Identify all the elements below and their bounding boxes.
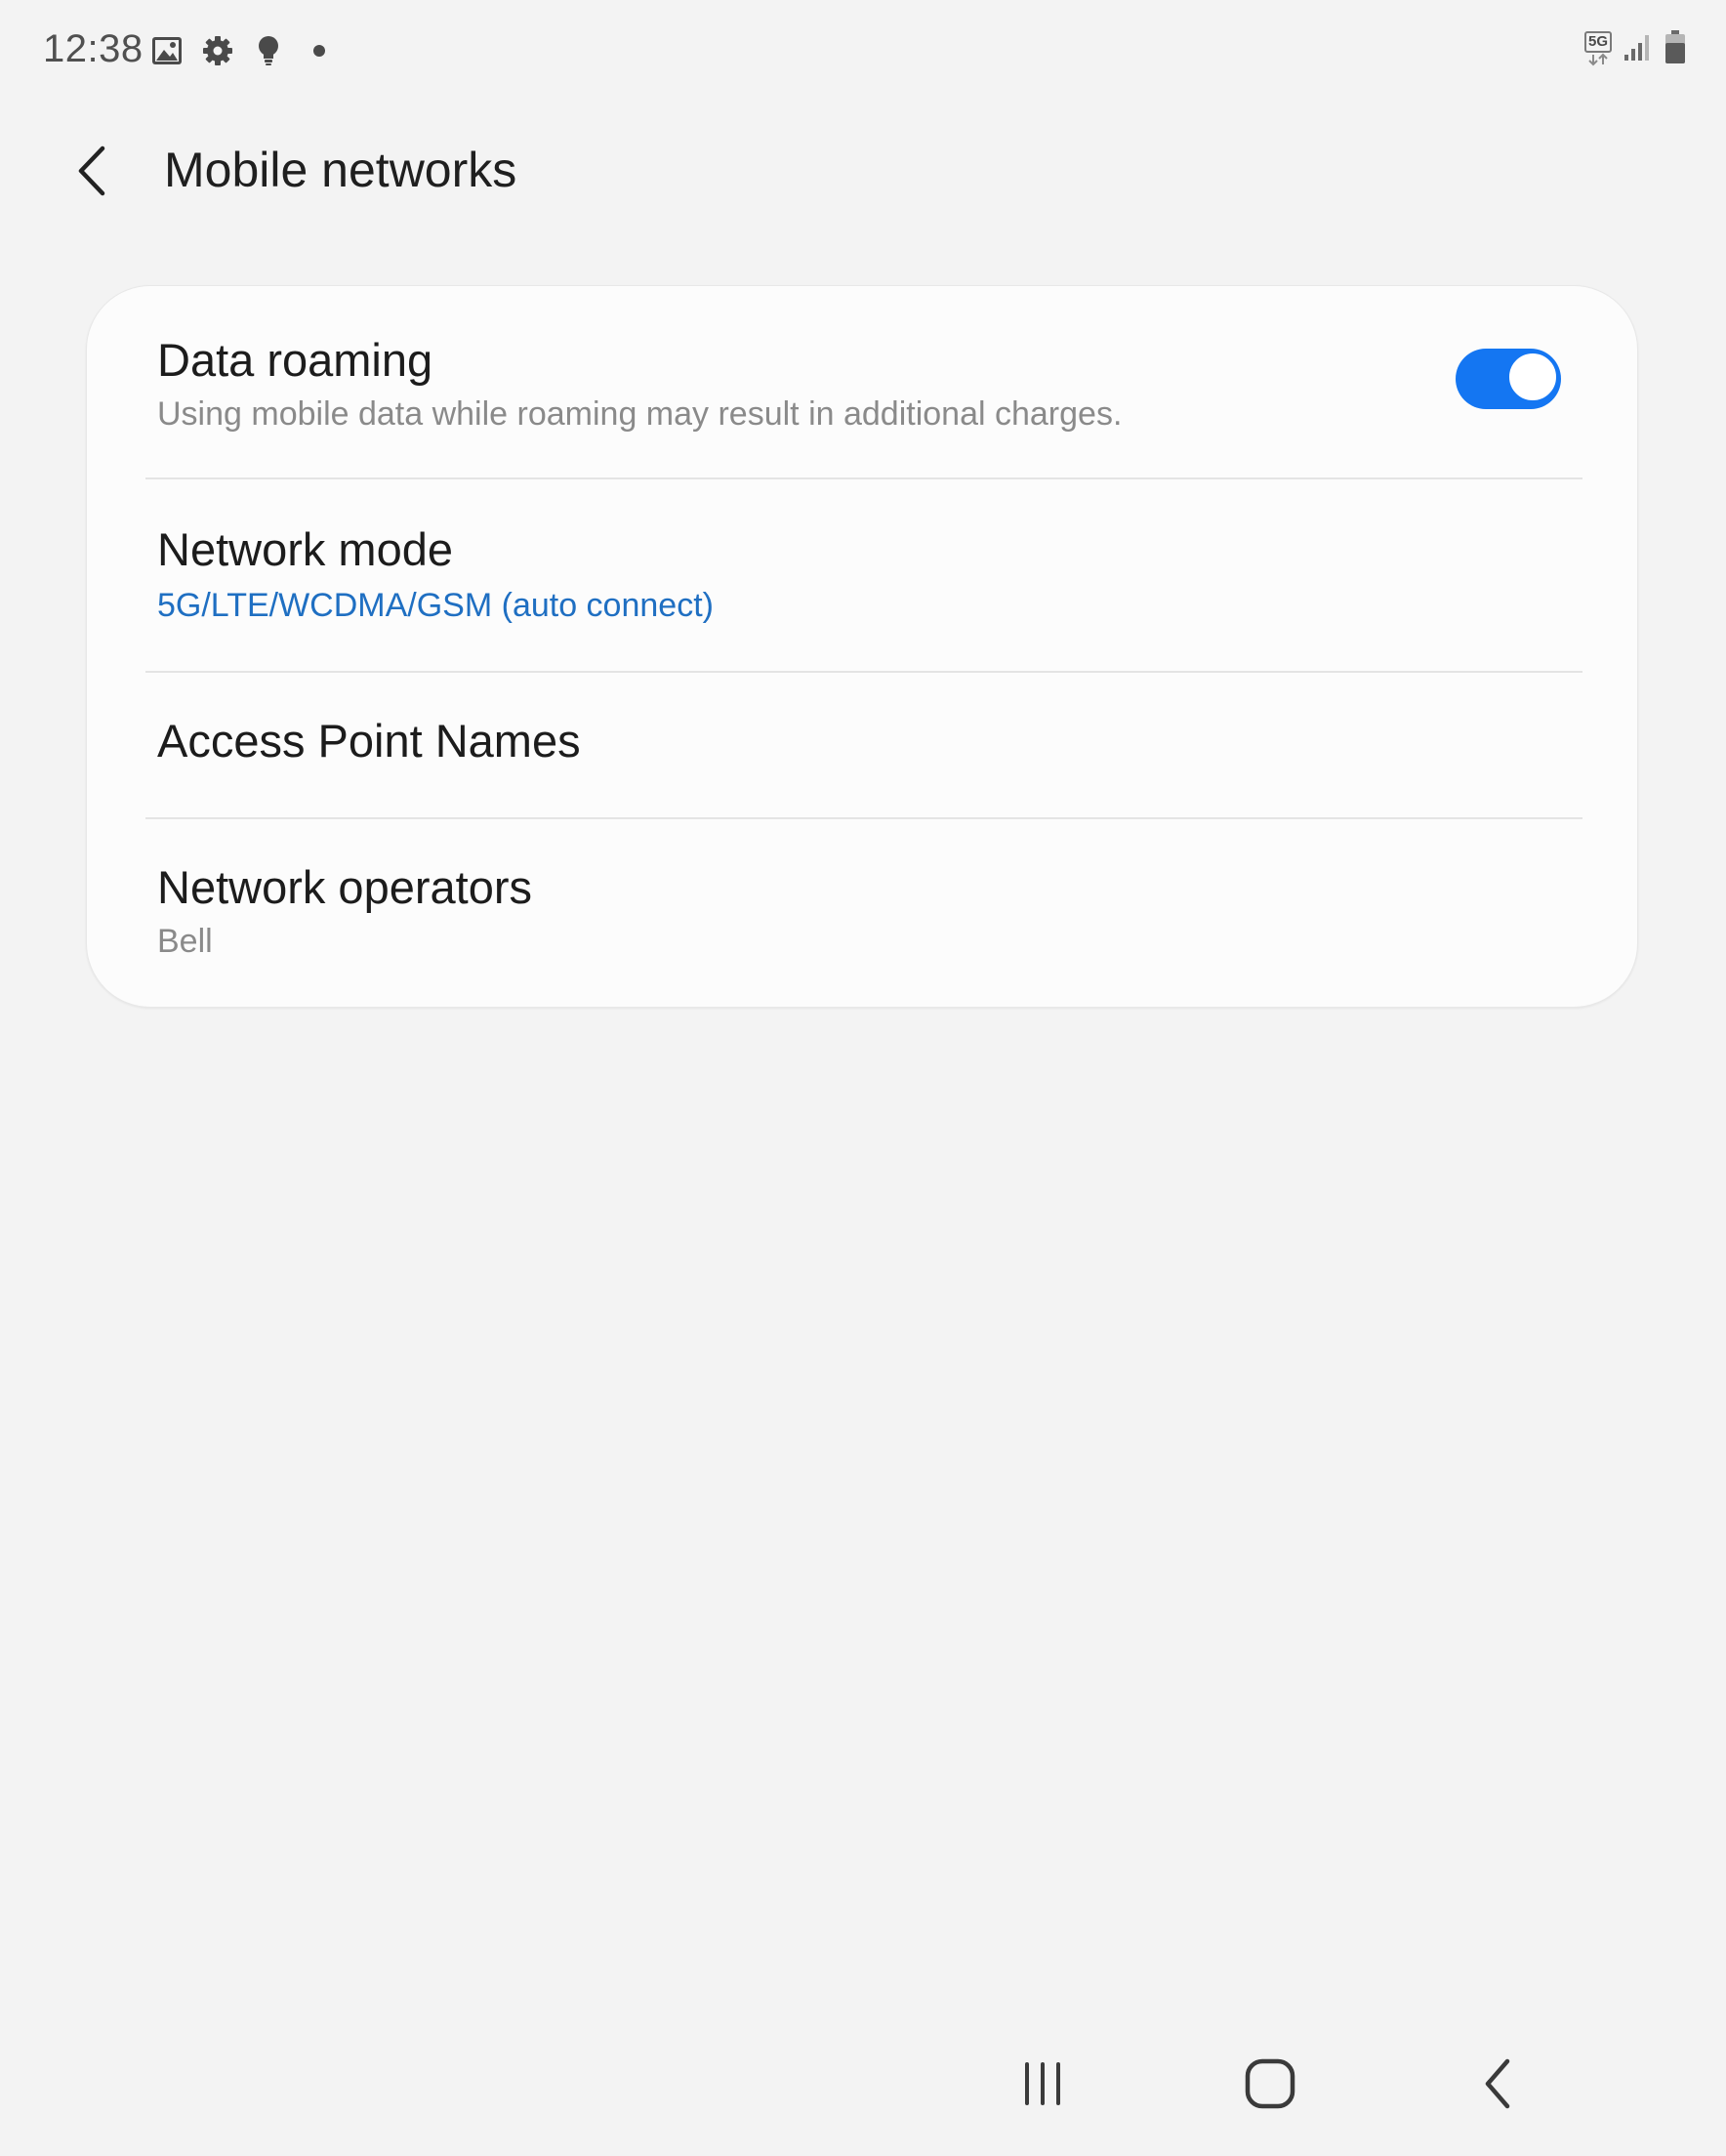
network-mode-value: 5G/LTE/WCDMA/GSM (auto connect) xyxy=(157,587,714,624)
network-mode-row[interactable]: Network mode 5G/LTE/WCDMA/GSM (auto conn… xyxy=(87,479,1639,671)
home-button[interactable] xyxy=(1231,2052,1309,2115)
battery-icon xyxy=(1664,29,1687,69)
chevron-left-icon xyxy=(78,145,105,196)
home-icon xyxy=(1245,2058,1295,2109)
network-operators-title: Network operators xyxy=(157,861,532,913)
recent-apps-icon xyxy=(1025,2062,1060,2105)
status-bar: 12:38 5G xyxy=(0,0,1726,98)
dot-icon xyxy=(303,34,336,67)
status-time: 12:38 xyxy=(43,27,144,70)
data-roaming-row[interactable]: Data roaming Using mobile data while roa… xyxy=(87,286,1639,477)
recent-apps-button[interactable] xyxy=(1004,2052,1082,2115)
data-roaming-subtitle: Using mobile data while roaming may resu… xyxy=(157,395,1123,433)
data-roaming-title: Data roaming xyxy=(157,334,433,386)
toggle-knob xyxy=(1506,351,1559,403)
gallery-icon xyxy=(150,34,184,67)
network-5g-label: 5G xyxy=(1583,31,1612,53)
data-roaming-toggle[interactable] xyxy=(1456,349,1561,409)
signal-icon xyxy=(1623,31,1654,67)
back-button[interactable] xyxy=(59,137,127,205)
settings-gear-icon xyxy=(201,34,234,67)
network-operators-row[interactable]: Network operators Bell xyxy=(87,819,1639,1007)
back-icon xyxy=(1485,2058,1510,2109)
nav-back-button[interactable] xyxy=(1459,2052,1537,2115)
lightbulb-icon xyxy=(252,34,285,67)
network-mode-title: Network mode xyxy=(157,523,453,575)
network-5g-icon: 5G xyxy=(1583,31,1613,66)
settings-card: Data roaming Using mobile data while roa… xyxy=(86,285,1638,1008)
system-icons: 5G xyxy=(1583,29,1687,68)
notification-icons xyxy=(150,31,336,70)
navigation-bar xyxy=(0,2031,1726,2138)
page-title: Mobile networks xyxy=(164,143,517,197)
network-operators-value: Bell xyxy=(157,923,213,960)
app-header: Mobile networks xyxy=(0,117,1726,225)
access-point-names-title: Access Point Names xyxy=(157,715,581,767)
access-point-names-row[interactable]: Access Point Names xyxy=(87,673,1639,817)
